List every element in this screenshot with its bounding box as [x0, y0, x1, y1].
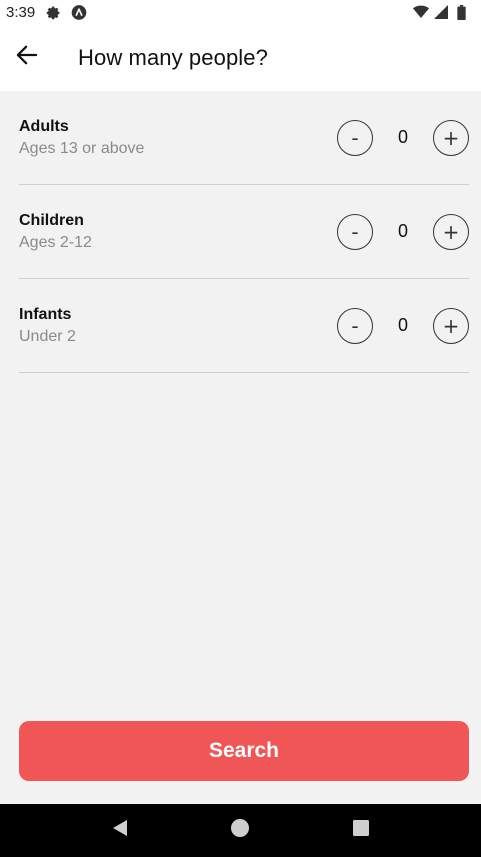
status-time: 3:39 — [6, 3, 36, 21]
page-title: How many people? — [78, 44, 268, 70]
children-label: Children — [19, 211, 84, 229]
status-bar: 3:39 — [0, 0, 481, 24]
adults-row: Adults Ages 13 or above - 0 + — [19, 91, 469, 185]
nav-home-button[interactable] — [220, 811, 260, 851]
children-decrement-button[interactable]: - — [337, 213, 373, 250]
adults-count: 0 — [397, 127, 408, 147]
system-nav-bar — [0, 804, 481, 857]
infants-sublabel: Under 2 — [19, 327, 76, 345]
adults-stepper: - 0 + — [337, 119, 469, 156]
wifi-icon — [413, 4, 429, 20]
adults-increment-button[interactable]: + — [433, 119, 469, 156]
arrow-left-icon — [16, 45, 38, 70]
screen: 3:39 How many people? Adults Ages 13 or … — [0, 0, 481, 857]
adults-decrement-button[interactable]: - — [337, 119, 373, 156]
infants-decrement-button[interactable]: - — [337, 307, 373, 344]
app-bar: How many people? — [0, 24, 481, 91]
children-count: 0 — [397, 221, 408, 241]
app-a-icon — [71, 4, 87, 20]
guest-list: Adults Ages 13 or above - 0 + Children A… — [19, 91, 469, 373]
infants-count: 0 — [397, 315, 408, 335]
infants-label: Infants — [19, 305, 72, 323]
infants-stepper: - 0 + — [337, 307, 469, 344]
children-row: Children Ages 2-12 - 0 + — [19, 185, 469, 279]
signal-icon — [433, 4, 449, 20]
back-triangle-icon — [111, 819, 129, 842]
home-circle-icon — [230, 818, 250, 843]
infants-row: Infants Under 2 - 0 + — [19, 279, 469, 373]
gear-icon — [45, 4, 61, 20]
adults-label: Adults — [19, 117, 69, 135]
infants-increment-button[interactable]: + — [433, 307, 469, 344]
children-increment-button[interactable]: + — [433, 213, 469, 250]
battery-icon — [453, 4, 469, 20]
children-sublabel: Ages 2-12 — [19, 233, 92, 251]
nav-back-button[interactable] — [100, 811, 140, 851]
nav-recents-button[interactable] — [341, 811, 381, 851]
recents-square-icon — [352, 819, 370, 842]
back-button[interactable] — [0, 31, 54, 85]
children-stepper: - 0 + — [337, 213, 469, 250]
search-button[interactable]: Search — [19, 721, 469, 781]
adults-sublabel: Ages 13 or above — [19, 139, 145, 157]
